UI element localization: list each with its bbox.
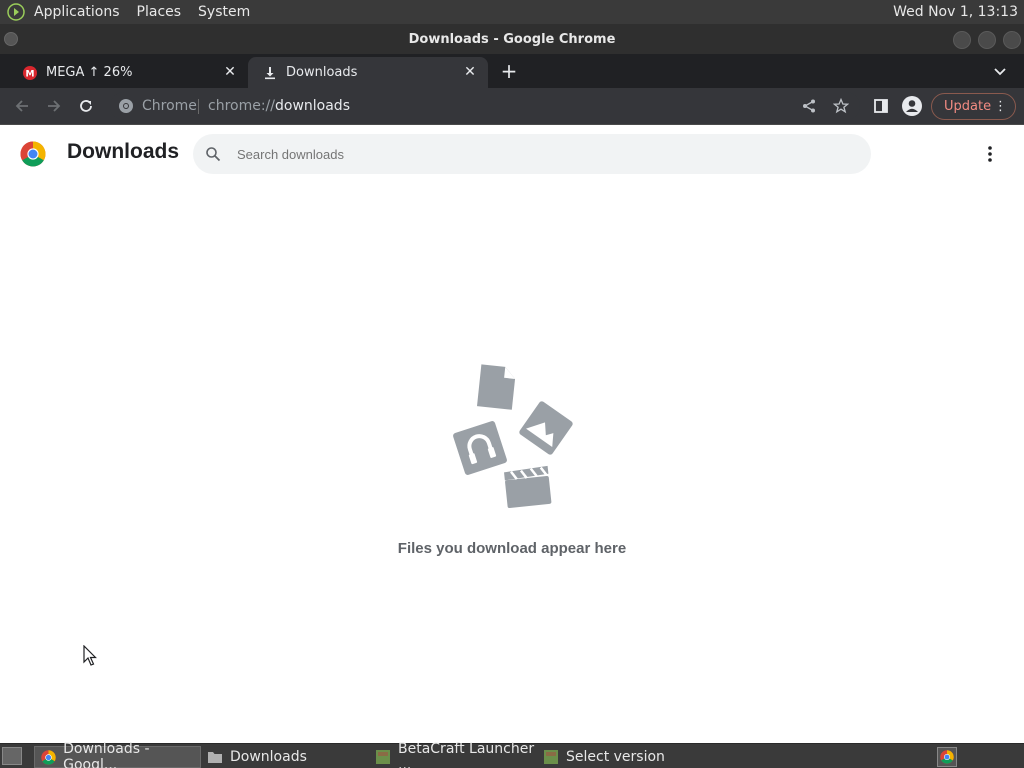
url-host: downloads	[275, 98, 350, 114]
panel-menu: Applications Places System	[0, 0, 267, 24]
minimize-button[interactable]	[953, 31, 971, 49]
taskbar-item-label: Downloads	[230, 749, 307, 765]
downloads-page: Downloads Search downloads Files you dow…	[0, 126, 1024, 743]
video-clapper-icon	[504, 465, 552, 509]
tab-strip: M MEGA ↑ 26% ✕ Downloads ✕ +	[0, 54, 1024, 88]
mint-logo-icon[interactable]	[6, 2, 26, 22]
chrome-menu-icon[interactable]: ⋮	[994, 94, 1007, 119]
audio-icon	[453, 421, 507, 475]
taskbar-item-chrome[interactable]: Downloads - Googl...	[34, 741, 201, 768]
tab-downloads[interactable]: Downloads ✕	[248, 57, 488, 88]
page-header: Downloads	[0, 126, 1024, 182]
search-downloads-box[interactable]	[193, 134, 871, 174]
back-arrow-icon[interactable]	[12, 96, 32, 116]
search-icon	[205, 146, 221, 162]
download-icon	[262, 65, 278, 81]
window-menu-icon[interactable]	[4, 32, 18, 46]
close-tab-icon[interactable]: ✕	[462, 64, 478, 80]
tab-search-icon[interactable]	[992, 63, 1008, 79]
menu-places[interactable]: Places	[137, 0, 182, 24]
tab-mega[interactable]: M MEGA ↑ 26% ✕	[8, 57, 248, 88]
window-controls	[953, 31, 1021, 49]
taskbar-item-label: BetaCraft Launcher ...	[398, 741, 535, 768]
omnibox-divider	[198, 99, 199, 114]
bottom-taskbar: Downloads - Googl... Downloads BetaCraft…	[0, 741, 1024, 768]
empty-state-message: Files you download appear here	[397, 540, 627, 557]
search-downloads-input[interactable]	[237, 134, 837, 174]
close-window-button[interactable]	[1003, 31, 1021, 49]
mega-icon: M	[22, 65, 38, 81]
taskbar-item-betacraft[interactable]: BetaCraft Launcher ...	[375, 741, 535, 768]
tab-label: Downloads	[286, 65, 358, 80]
side-panel-icon[interactable]	[871, 96, 891, 116]
chrome-logo-icon	[20, 141, 46, 167]
show-desktop-button[interactable]	[2, 747, 22, 765]
taskbar-item-select-version[interactable]: Select version	[543, 746, 703, 768]
share-icon[interactable]	[799, 96, 819, 116]
new-tab-button[interactable]: +	[499, 61, 519, 81]
chrome-site-icon	[118, 98, 134, 114]
menu-system[interactable]: System	[198, 0, 250, 24]
url-scheme: chrome://	[208, 98, 275, 114]
site-chip-label: Chrome	[142, 98, 197, 114]
empty-downloads-illustration	[450, 362, 574, 510]
browser-toolbar: Chrome chrome://downloads Update ⋮	[0, 88, 1024, 125]
url-text[interactable]: chrome://downloads	[208, 92, 350, 120]
svg-text:M: M	[26, 69, 35, 79]
window-title: Downloads - Google Chrome	[408, 32, 616, 47]
document-icon	[477, 364, 516, 410]
page-title: Downloads	[67, 140, 180, 163]
betacraft-icon	[543, 749, 559, 765]
betacraft-icon	[375, 749, 391, 765]
top-panel: Applications Places System Wed Nov 1, 13…	[0, 0, 1024, 24]
taskbar-item-label: Select version	[566, 749, 665, 765]
panel-clock[interactable]: Wed Nov 1, 13:13	[893, 0, 1018, 24]
tab-label: MEGA ↑ 26%	[46, 65, 133, 80]
profile-avatar-icon[interactable]	[902, 96, 922, 116]
image-icon	[519, 401, 573, 455]
tray-chrome-icon[interactable]	[937, 747, 957, 767]
bookmark-star-icon[interactable]	[831, 96, 851, 116]
menu-applications[interactable]: Applications	[34, 0, 120, 24]
maximize-button[interactable]	[978, 31, 996, 49]
address-bar[interactable]: Chrome chrome://downloads	[110, 92, 860, 120]
taskbar-item-label: Downloads - Googl...	[63, 741, 150, 768]
window-titlebar[interactable]: Downloads - Google Chrome	[0, 24, 1024, 54]
folder-icon	[207, 749, 223, 765]
close-tab-icon[interactable]: ✕	[222, 64, 238, 80]
update-label: Update	[944, 99, 992, 114]
more-actions-icon[interactable]	[982, 145, 998, 163]
mouse-pointer-icon	[83, 644, 97, 667]
chrome-icon	[41, 749, 56, 765]
taskbar-item-folder[interactable]: Downloads	[207, 746, 367, 768]
forward-arrow-icon[interactable]	[44, 96, 64, 116]
update-button[interactable]: Update ⋮	[931, 93, 1016, 120]
reload-icon[interactable]	[76, 96, 96, 116]
